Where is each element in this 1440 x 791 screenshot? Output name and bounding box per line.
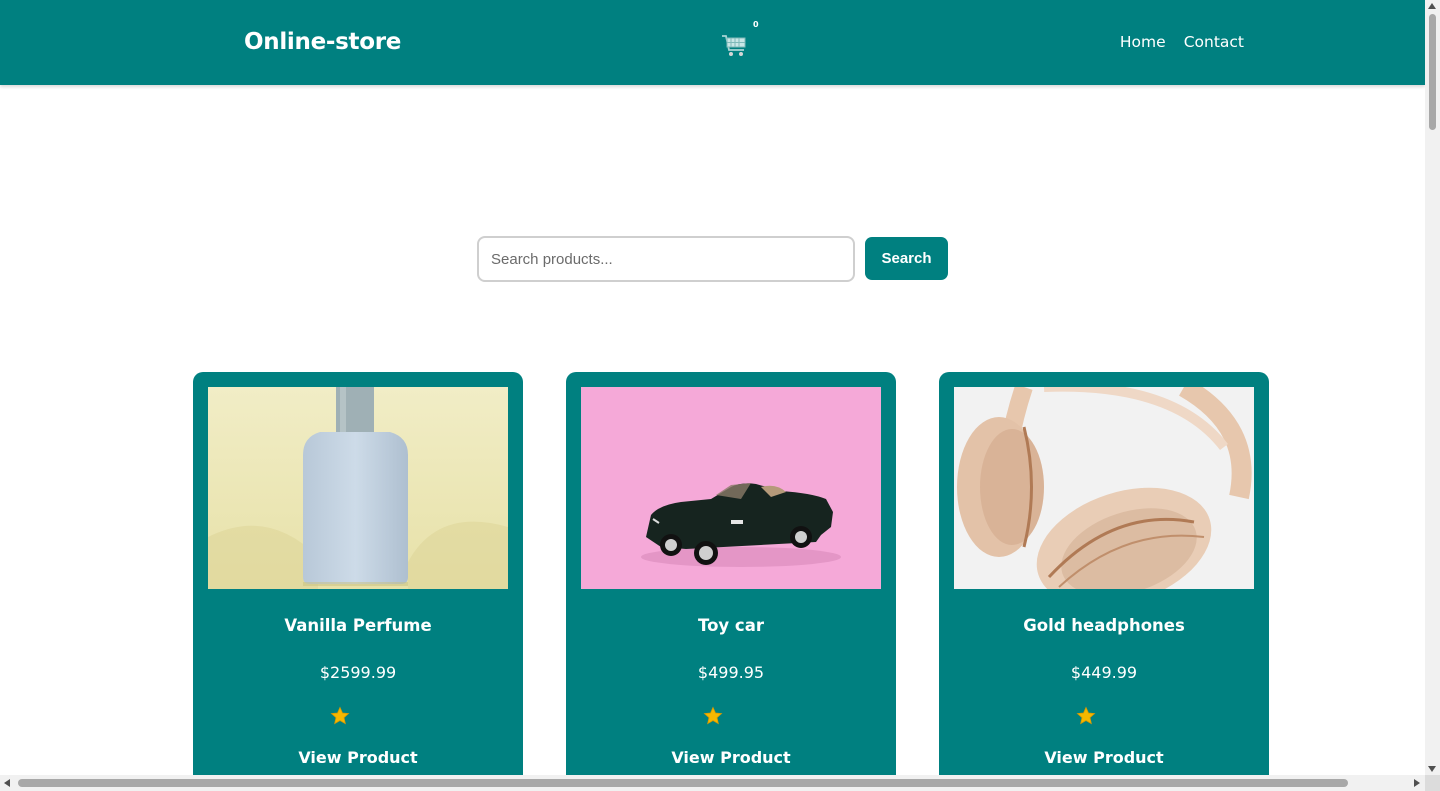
toy-car-image[interactable]: [581, 387, 881, 589]
shopping-cart-icon[interactable]: [720, 30, 750, 60]
search-button[interactable]: Search: [865, 237, 948, 280]
headphones-image[interactable]: [954, 387, 1254, 589]
product-card: Toy car $499.95 View Product: [566, 372, 896, 775]
nav-contact-link[interactable]: Contact: [1184, 33, 1244, 51]
product-card: Vanilla Perfume $2599.99 View Product: [193, 372, 523, 775]
star-icon: [330, 706, 350, 726]
nav-links: Home Contact: [1120, 33, 1244, 51]
scroll-left-arrow-icon[interactable]: [4, 779, 10, 787]
view-product-link[interactable]: View Product: [566, 748, 896, 767]
product-title: Vanilla Perfume: [284, 616, 432, 635]
scroll-up-arrow-icon[interactable]: [1428, 3, 1436, 9]
star-icon: [703, 706, 723, 726]
horizontal-scrollbar[interactable]: [0, 775, 1425, 791]
scrollbar-corner: [1425, 775, 1440, 791]
scroll-right-arrow-icon[interactable]: [1414, 779, 1420, 787]
product-price: $499.95: [697, 663, 765, 682]
search-input[interactable]: [477, 236, 855, 282]
product-price: $449.99: [1070, 663, 1138, 682]
brand-logo[interactable]: Online-store: [244, 29, 401, 55]
page-viewport: Online-store 0 Home Contact Search produ…: [0, 0, 1425, 775]
view-product-link[interactable]: View Product: [193, 748, 523, 767]
horizontal-scroll-thumb[interactable]: [18, 779, 1348, 787]
product-price: $2599.99: [319, 663, 397, 682]
perfume-bottle-image[interactable]: [208, 387, 508, 589]
nav-home-link[interactable]: Home: [1120, 33, 1166, 51]
cart-count-badge: 0: [753, 20, 759, 29]
product-title: Toy car: [698, 616, 764, 635]
star-icon: [1076, 706, 1096, 726]
top-navbar: Online-store 0 Home Contact: [0, 0, 1425, 85]
vertical-scrollbar[interactable]: [1425, 0, 1440, 775]
scroll-down-arrow-icon[interactable]: [1428, 766, 1436, 772]
product-title: Gold headphones: [1023, 616, 1185, 635]
vertical-scroll-thumb[interactable]: [1429, 14, 1436, 130]
product-card: Gold headphones $449.99 View Product: [939, 372, 1269, 775]
view-product-link[interactable]: View Product: [939, 748, 1269, 767]
